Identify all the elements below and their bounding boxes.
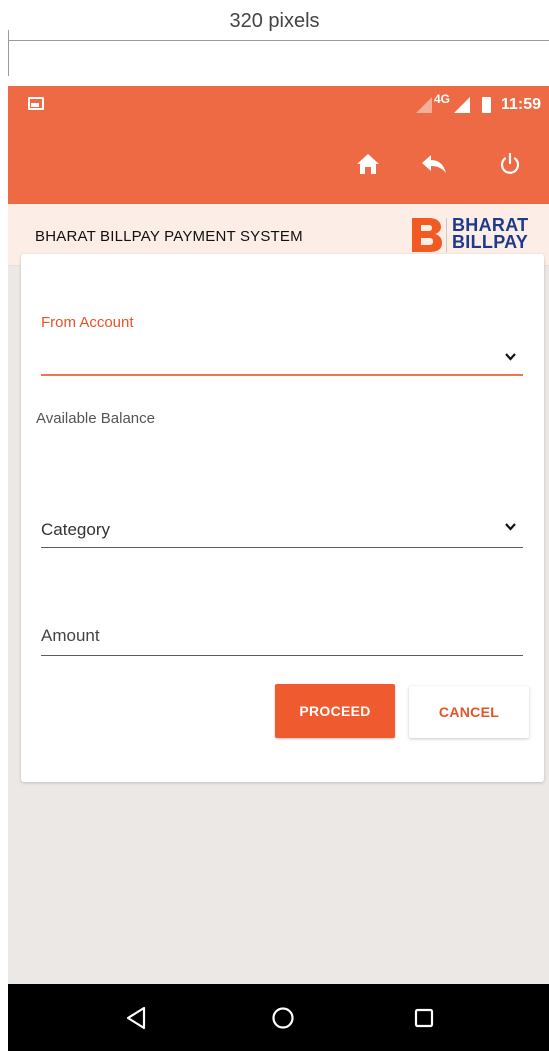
logo-separator [446, 218, 447, 252]
payment-form-card: From Account Available Balance Category … [21, 254, 544, 782]
page-title: BHARAT BILLPAY PAYMENT SYSTEM [35, 228, 303, 245]
logout-button[interactable] [490, 144, 530, 184]
status-time: 11:59 [500, 96, 541, 113]
available-balance-label: Available Balance [36, 410, 155, 427]
cancel-button[interactable]: CANCEL [409, 686, 529, 738]
signal-secondary-icon [415, 97, 432, 113]
from-account-label: From Account [41, 314, 134, 331]
signal-icon [453, 97, 470, 113]
status-indicators: 4G 11:59 [415, 86, 541, 124]
bharat-billpay-logo: BHARAT BILLPAY [410, 216, 542, 256]
home-button[interactable] [348, 144, 388, 184]
category-select[interactable]: Category [41, 510, 523, 548]
amount-input[interactable] [41, 616, 523, 656]
network-type: 4G [433, 92, 450, 106]
width-label: 320 pixels [229, 10, 320, 32]
bbps-b-logo-icon [412, 218, 442, 252]
category-placeholder: Category [41, 520, 110, 539]
system-nav-bar [8, 984, 549, 1051]
home-circle-icon [272, 1007, 294, 1029]
nav-recents-button[interactable] [404, 998, 444, 1038]
home-icon [357, 154, 379, 174]
dimension-line [8, 40, 549, 41]
from-account-select[interactable] [41, 340, 523, 376]
back-triangle-icon [126, 1006, 146, 1030]
logo-line-2: BILLPAY [452, 232, 529, 252]
chevron-down-icon [505, 353, 516, 361]
nav-home-button[interactable] [263, 998, 303, 1038]
recents-square-icon [414, 1008, 434, 1028]
app-bar [8, 124, 549, 204]
proceed-button[interactable]: PROCEED [275, 684, 395, 738]
chevron-down-icon [505, 523, 516, 531]
logo-text: BHARAT BILLPAY [452, 216, 529, 252]
status-bar: 4G 11:59 [8, 86, 549, 124]
dimension-annotation: 320 pixels [0, 0, 549, 86]
power-icon [500, 152, 520, 174]
battery-icon [481, 97, 491, 113]
back-button[interactable] [414, 144, 454, 184]
nav-back-button[interactable] [116, 998, 156, 1038]
dimension-tick [8, 30, 9, 76]
reply-back-icon [422, 155, 446, 173]
image-notification-icon [28, 97, 44, 110]
